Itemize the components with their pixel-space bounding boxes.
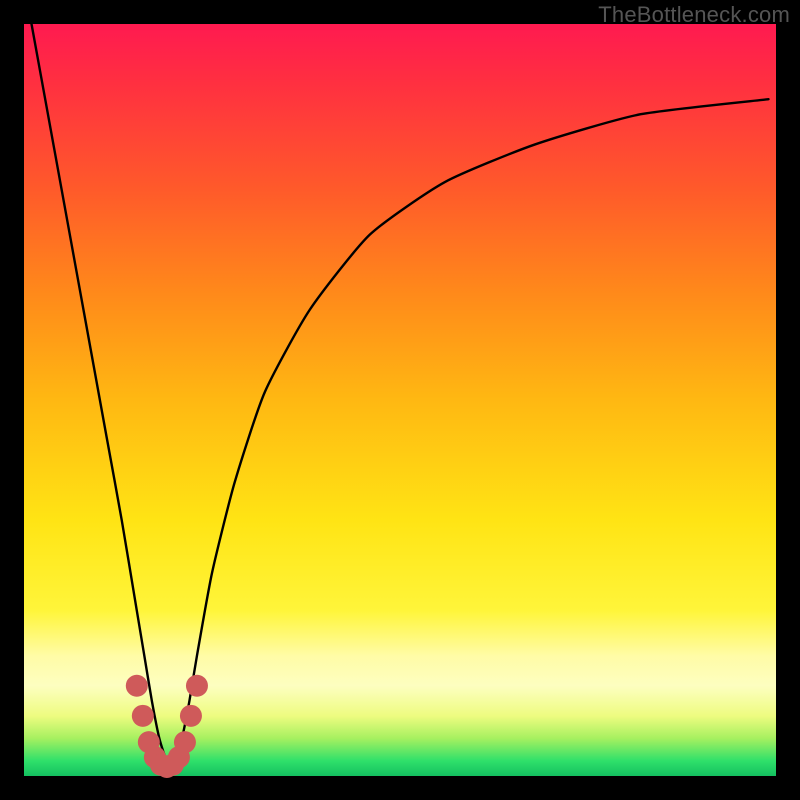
chart-frame: TheBottleneck.com [0,0,800,800]
valley-dot [132,705,154,727]
chart-svg [24,24,776,776]
chart-plot-area [24,24,776,776]
valley-dot [186,675,208,697]
valley-marker-dots [126,675,208,778]
valley-dot [174,731,196,753]
bottleneck-curve [32,24,769,763]
valley-dot [126,675,148,697]
valley-dot [180,705,202,727]
